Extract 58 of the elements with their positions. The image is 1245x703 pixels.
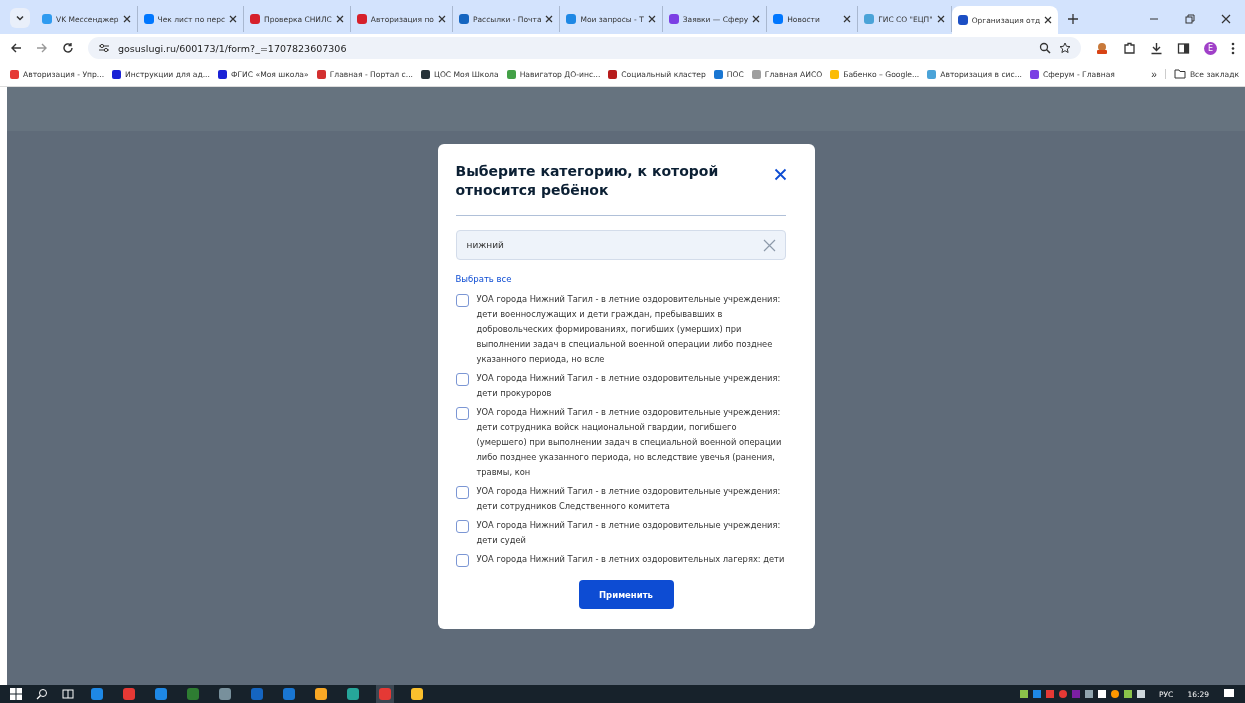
forward-icon[interactable] <box>36 42 48 54</box>
checkbox[interactable] <box>455 373 469 386</box>
address-bar[interactable]: gosuslugi.ru/600173/1/form?_=1707823607306 <box>88 37 1081 59</box>
site-settings-icon[interactable] <box>98 42 110 54</box>
new-tab-icon[interactable] <box>1068 14 1079 24</box>
zoom-icon[interactable] <box>1039 42 1051 54</box>
option-label: УОА города Нижний Тагил - в летние оздоровительные учреждения: дети сотрудника войск национальной гвардии, погибшего (умершего) при выполнении задач в специальной военной операции либо позднее указанного периода, но вследствие увечья (ранения, травмы, кон <box>476 406 783 479</box>
taskbar-app[interactable] <box>152 685 170 703</box>
back-icon[interactable] <box>10 42 22 54</box>
close-icon[interactable] <box>647 15 656 23</box>
checkbox[interactable] <box>455 520 469 533</box>
notification-icon[interactable] <box>1223 688 1235 700</box>
close-icon[interactable] <box>229 15 238 23</box>
option-label: УОА города Нижний Тагил - в летние оздоровительные учреждения: дети сотрудников Следственного комитета <box>476 485 782 513</box>
close-icon[interactable] <box>1221 14 1231 24</box>
task-view-icon[interactable] <box>62 688 74 700</box>
close-icon[interactable] <box>437 15 446 23</box>
profile-avatar[interactable]: E <box>1204 41 1217 55</box>
menu-icon[interactable] <box>1231 41 1235 55</box>
reload-icon[interactable] <box>62 42 74 54</box>
taskbar-app[interactable] <box>312 685 330 703</box>
taskbar-app[interactable] <box>344 685 362 703</box>
close-icon[interactable] <box>335 15 344 23</box>
download-icon[interactable] <box>1150 41 1163 55</box>
close-icon[interactable] <box>773 168 787 181</box>
checkbox[interactable] <box>455 554 469 567</box>
taskbar-app[interactable] <box>408 685 426 703</box>
checkbox[interactable] <box>455 294 469 307</box>
close-icon[interactable] <box>1044 16 1053 24</box>
search-icon[interactable] <box>36 688 48 700</box>
clear-icon[interactable] <box>762 238 776 252</box>
option-label: УОА города Нижний Тагил - в летние оздоровительные учреждения: дети судей <box>476 519 782 547</box>
taskbar-app[interactable] <box>216 685 234 703</box>
checkbox[interactable] <box>455 486 469 499</box>
url-text: gosuslugi.ru/600173/1/form?_=1707823607306 <box>118 42 347 54</box>
option-label: УОА города Нижний Тагил - в летних оздоровительных лагерях: дети <box>476 553 786 566</box>
close-icon[interactable] <box>936 15 945 23</box>
apply-button[interactable]: Применить <box>578 580 674 609</box>
more-bookmarks-button[interactable]: » <box>1151 68 1157 80</box>
select-all-link[interactable]: Выбрать все <box>455 274 512 284</box>
taskbar-app[interactable] <box>88 685 106 703</box>
option-label: УОА города Нижний Тагил - в летние оздоровительные учреждения: дети прокуроров <box>476 372 782 400</box>
tab-list-button[interactable] <box>10 8 30 28</box>
close-icon[interactable] <box>843 15 852 23</box>
star-icon[interactable] <box>1059 42 1071 54</box>
checkbox[interactable] <box>455 407 469 420</box>
restore-icon[interactable] <box>1185 14 1195 24</box>
start-icon[interactable] <box>10 688 22 700</box>
chevron-down-icon <box>15 13 25 23</box>
option-label: УОА города Нижний Тагил - в летние оздоровительные учреждения: дети военнослужащих и дети граждан, пребывавших в добровольческих формированиях, погибших (умерших) при выполнении задач в специальной военной операции либо позднее указанного периода, но всле <box>476 294 782 366</box>
folder-icon <box>1173 69 1186 79</box>
side-panel-icon[interactable] <box>1177 41 1190 55</box>
dialog-title: Выберите категорию, к которой относится ребёнок <box>455 162 720 200</box>
close-icon[interactable] <box>122 15 131 23</box>
close-icon[interactable] <box>545 15 554 23</box>
close-icon[interactable] <box>752 15 761 23</box>
search-field[interactable]: нижний <box>455 230 786 260</box>
extension-icon[interactable] <box>1095 41 1109 55</box>
